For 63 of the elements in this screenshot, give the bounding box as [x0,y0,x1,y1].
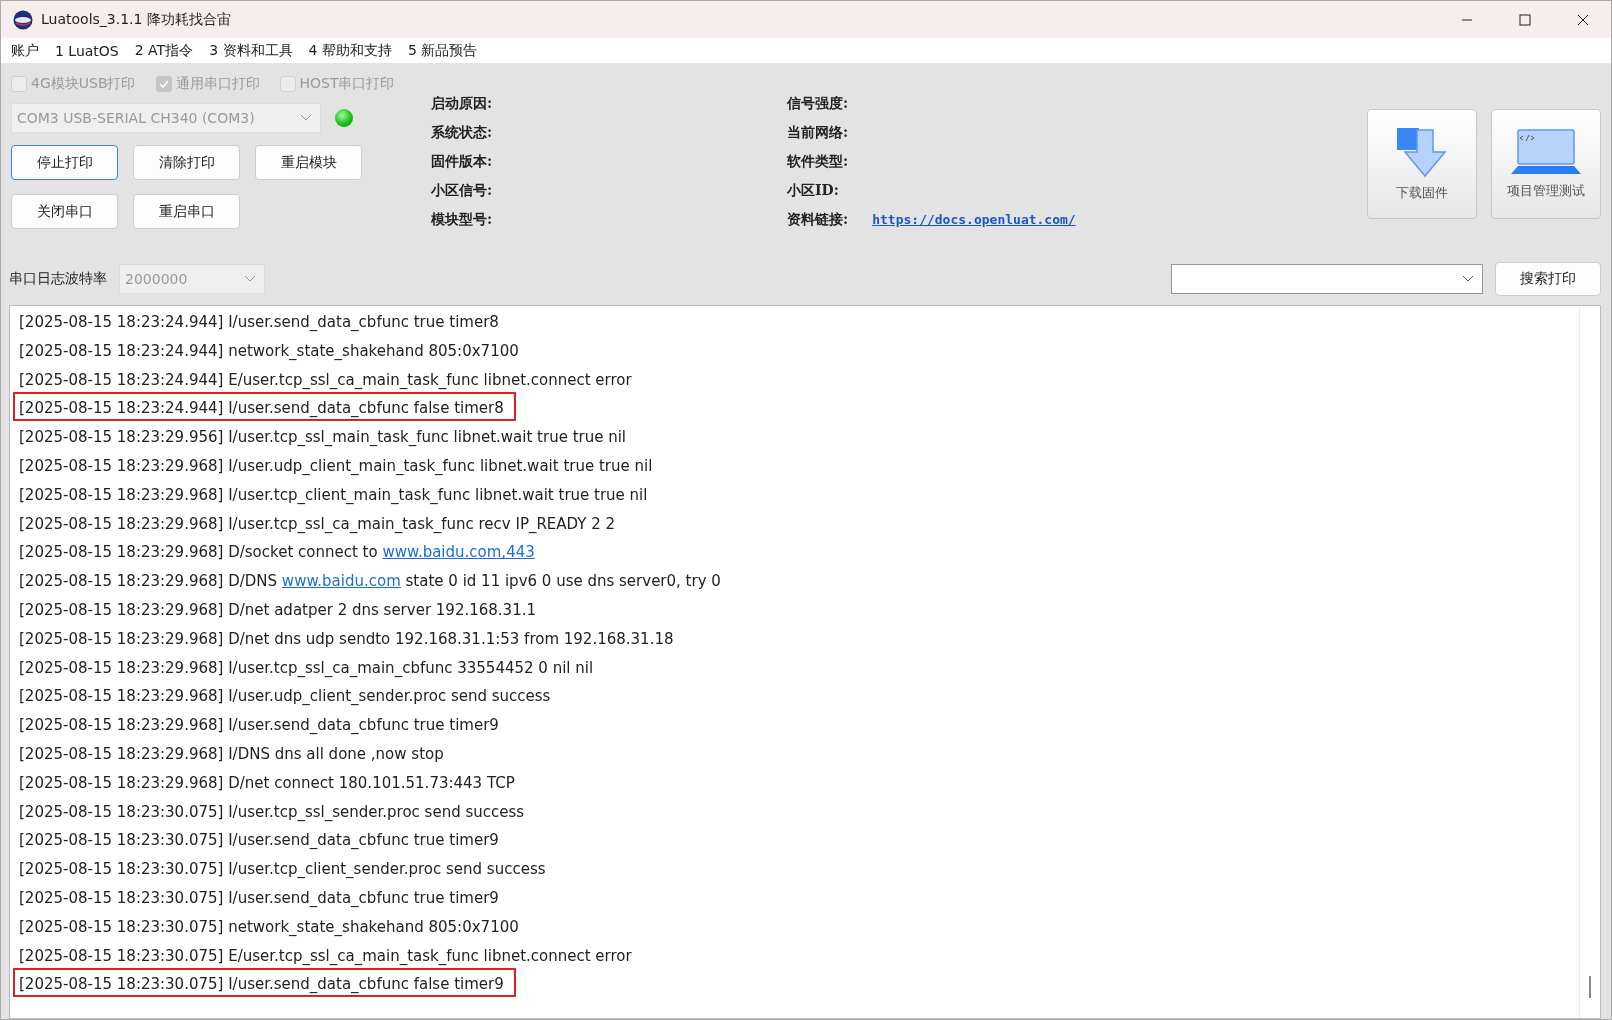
info-label: 软件类型: [787,152,849,171]
log-line: [2025-08-15 18:23:29.956] I/user.tcp_ssl_main_task_func libnet.wait true true nil [18,427,628,449]
checkbox-label: HOST串口打印 [299,75,395,93]
log-line: [2025-08-15 18:23:30.075] E/user.tcp_ssl_ca_main_task_func libnet.connect error [18,945,633,967]
log-line: [2025-08-15 18:23:29.968] D/net connect 180.101.51.73:443 TCP [18,772,516,794]
info-label: 当前网络: [787,123,849,142]
log-line: [2025-08-15 18:23:29.968] D/net adatper 2 dns server 192.168.31.1 [18,599,537,621]
action-button[interactable]: 重启模块 [255,145,362,180]
window-title: Luatools_3.1.1 降功耗找合宙 [41,10,231,29]
action-button[interactable]: 清除打印 [133,145,240,180]
maximize-icon[interactable] [1519,13,1531,26]
log-line: [2025-08-15 18:23:29.968] I/user.udp_client_sender.proc send success [18,686,552,708]
log-line: [2025-08-15 18:23:24.944] network_state_shakehand 805:0x7100 [18,340,520,362]
info-label: 启动原因: [431,94,494,113]
log-line: [2025-08-15 18:23:29.968] D/socket connect to www.baidu.com,443 [18,542,536,564]
log-line: [2025-08-15 18:23:30.075] I/user.send_data_cbfunc true timer9 [18,887,500,909]
log-link[interactable]: www.baidu.com,443 [382,543,535,562]
log-line: [2025-08-15 18:23:30.075] I/user.tcp_client_sender.proc send success [18,859,547,881]
info-label: 小区ID: [787,181,839,200]
app-logo-icon [13,9,33,30]
laptop-code-icon [1511,128,1581,176]
log-line: [2025-08-15 18:23:24.944] I/user.send_data_cbfunc true timer8 [18,312,500,333]
info-label: 资料链接: [787,210,849,229]
log-line: [2025-08-15 18:23:29.968] I/user.send_data_cbfunc true timer9 [18,715,500,737]
check-icon [157,78,170,90]
info-label: 信号强度: [787,94,849,113]
search-dropdown[interactable] [1171,264,1483,294]
docs-link[interactable]: https://docs.openluat.com/ [872,211,1076,227]
checkbox-label: 通用串口打印 [175,75,260,93]
menu-item[interactable]: 2 AT指令 [134,41,194,60]
close-icon[interactable] [1577,13,1589,26]
log-line: [2025-08-15 18:23:24.944] E/user.tcp_ssl_ca_main_task_func libnet.connect error [18,369,633,391]
tool-button[interactable]: 项目管理测试 [1491,109,1601,219]
caret-icon [244,275,256,283]
caret-icon [1462,275,1474,283]
menu-item[interactable]: 3 资料和工具 [209,41,293,60]
log-line: [2025-08-15 18:23:30.075] network_state_shakehand 805:0x7100 [18,916,520,938]
search-print-button[interactable]: 搜索打印 [1495,262,1601,296]
menu-item[interactable]: 账户 [11,41,39,60]
log-line: [2025-08-15 18:23:30.075] I/user.send_data_cbfunc true timer9 [18,830,500,852]
info-label: 小区信号: [431,181,494,200]
menu-item[interactable]: 5 新品预告 [407,41,478,60]
log-line: [2025-08-15 18:23:29.968] I/user.tcp_ssl_ca_main_task_func recv IP_READY 2 2 [18,513,617,535]
menu-item[interactable]: 4 帮助和支持 [308,41,392,60]
log-line: [2025-08-15 18:23:29.968] D/net dns udp sendto 192.168.31.1:53 from 192.168.31.18 [18,628,675,650]
info-label: 模块型号: [431,210,494,229]
action-button[interactable]: 关闭串口 [11,194,118,229]
log-link[interactable]: www.baidu.com [281,572,401,591]
log-line: [2025-08-15 18:23:30.075] I/user.tcp_ssl_sender.proc send success [18,801,526,823]
action-button[interactable]: 重启串口 [133,194,240,229]
action-button[interactable]: 停止打印 [11,145,118,180]
baud-rate-label: 串口日志波特率 [9,270,107,288]
info-label: 系统状态: [431,123,494,142]
log-line: [2025-08-15 18:23:29.968] I/user.udp_client_main_task_func libnet.wait true true nil [18,456,654,477]
checkbox-label: 4G模块USB打印 [31,75,136,93]
menu-item[interactable]: 1 LuatOS [55,42,119,59]
info-label: 固件版本: [431,152,494,171]
log-line: [2025-08-15 18:23:29.968] I/DNS dns all done ,now stop [18,743,445,765]
log-line: [2025-08-15 18:23:29.968] I/user.tcp_client_main_task_func libnet.wait true true nil [18,484,649,506]
tool-button[interactable]: 下载固件 [1367,109,1477,219]
log-line: [2025-08-15 18:23:29.968] I/user.tcp_ssl_ca_main_cbfunc 33554452 0 nil nil [18,657,595,679]
caret-icon [300,114,312,122]
log-line: [2025-08-15 18:23:29.968] D/DNS www.baidu.com state 0 id 11 ipv6 0 use dns server0, try 0 [18,571,722,593]
